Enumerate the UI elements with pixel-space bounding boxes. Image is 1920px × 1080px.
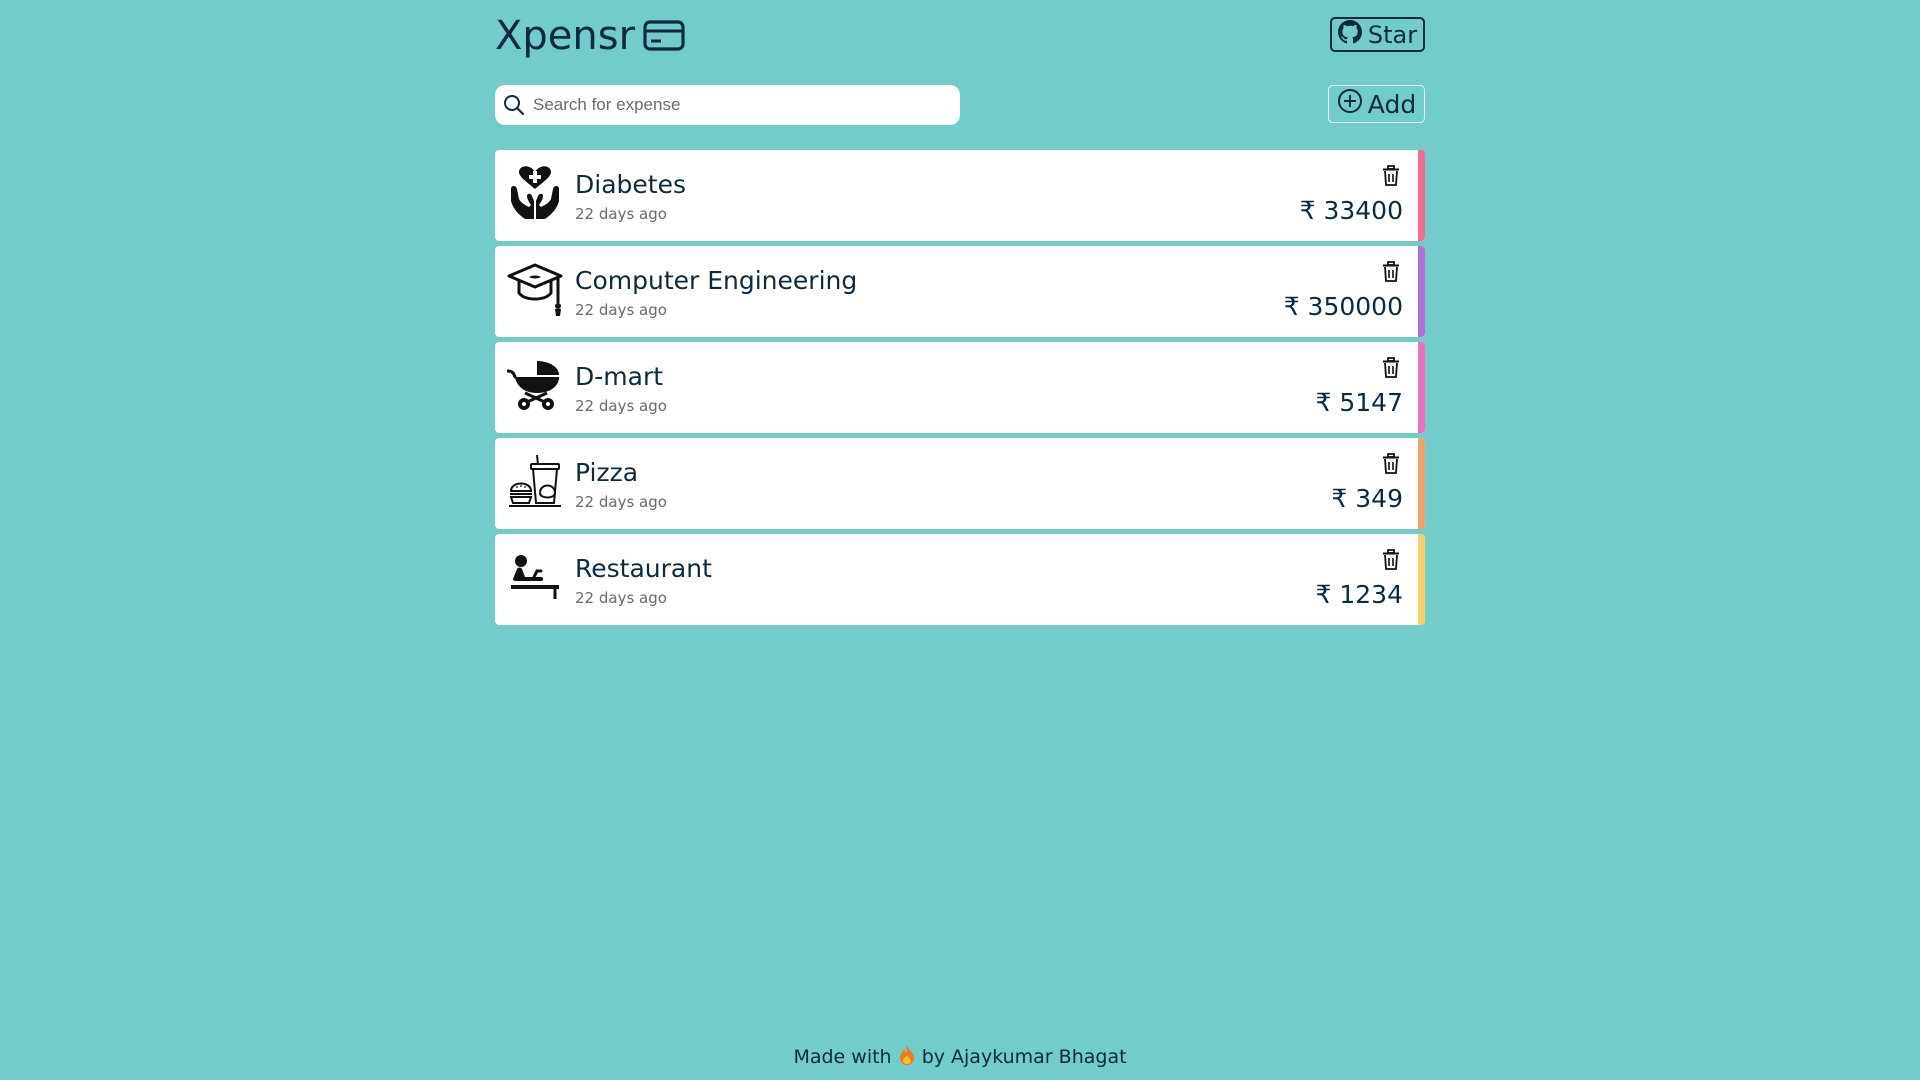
baby-stroller-icon <box>506 357 563 413</box>
trash-icon[interactable] <box>1381 453 1401 475</box>
expense-item[interactable]: Computer Engineering 22 days ago ₹ 35000… <box>495 246 1425 337</box>
fire-icon <box>898 1044 916 1071</box>
category-color-stripe <box>1418 534 1425 625</box>
github-icon <box>1337 19 1362 50</box>
plus-circle-icon <box>1337 88 1363 120</box>
footer-author: by Ajaykumar Bhagat <box>921 1046 1127 1068</box>
expense-amount: ₹ 5147 <box>1315 388 1403 417</box>
graduation-cap-icon <box>507 261 563 317</box>
toolbar: Add <box>495 75 1425 150</box>
expense-list: Diabetes 22 days ago ₹ 33400 Computer En… <box>495 150 1425 625</box>
trash-icon[interactable] <box>1381 165 1401 187</box>
expense-name: Diabetes <box>575 170 686 199</box>
expense-item[interactable]: D-mart 22 days ago ₹ 5147 <box>495 342 1425 433</box>
expense-amount: ₹ 350000 <box>1283 292 1403 321</box>
expense-name: Restaurant <box>575 554 712 583</box>
category-color-stripe <box>1418 438 1425 529</box>
category-color-stripe <box>1418 246 1425 337</box>
app-title: Xpensr <box>495 13 636 59</box>
github-star-button[interactable]: Star <box>1330 17 1425 52</box>
trash-icon[interactable] <box>1381 549 1401 571</box>
expense-time: 22 days ago <box>575 589 667 607</box>
expense-time: 22 days ago <box>575 493 667 511</box>
star-label: Star <box>1367 20 1418 49</box>
credit-card-icon <box>643 19 685 53</box>
search-input[interactable] <box>531 94 935 116</box>
category-color-stripe <box>1418 150 1425 241</box>
expense-name: Computer Engineering <box>575 266 858 295</box>
add-expense-button[interactable]: Add <box>1328 85 1425 123</box>
expense-amount: ₹ 33400 <box>1299 196 1403 225</box>
search-icon <box>503 94 525 116</box>
header: Xpensr Star <box>495 0 1425 75</box>
footer-prefix: Made with <box>793 1046 892 1068</box>
health-care-icon <box>507 165 563 221</box>
expense-item[interactable]: Pizza 22 days ago ₹ 349 <box>495 438 1425 529</box>
trash-icon[interactable] <box>1381 261 1401 283</box>
expense-item[interactable]: Restaurant 22 days ago ₹ 1234 <box>495 534 1425 625</box>
expense-item[interactable]: Diabetes 22 days ago ₹ 33400 <box>495 150 1425 241</box>
app-container: Xpensr Star Search for expense Add Diabe… <box>495 0 1425 630</box>
expense-amount: ₹ 1234 <box>1315 580 1403 609</box>
add-label: Add <box>1367 89 1417 119</box>
expense-time: 22 days ago <box>575 301 667 319</box>
category-color-stripe <box>1418 342 1425 433</box>
footer: Made with by Ajaykumar Bhagat <box>0 1044 1920 1071</box>
expense-name: Pizza <box>575 458 639 487</box>
expense-amount: ₹ 349 <box>1331 484 1403 513</box>
brand: Xpensr <box>495 12 685 60</box>
expense-time: 22 days ago <box>575 397 667 415</box>
expense-time: 22 days ago <box>575 205 667 223</box>
expense-name: D-mart <box>575 362 664 391</box>
massage-icon <box>507 549 563 605</box>
trash-icon[interactable] <box>1381 357 1401 379</box>
search-box[interactable] <box>495 85 960 125</box>
fast-food-icon <box>507 453 563 509</box>
